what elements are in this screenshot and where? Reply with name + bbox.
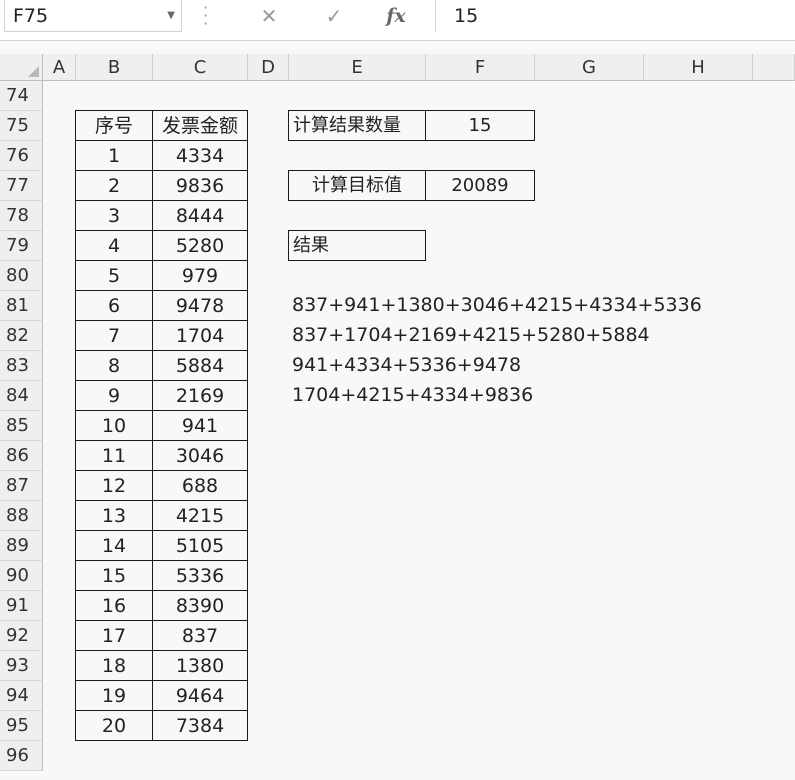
table-cell-amount[interactable]: 8444 bbox=[152, 200, 248, 231]
table-header-cell[interactable]: 序号 bbox=[75, 110, 153, 141]
column-header[interactable]: G bbox=[535, 54, 644, 81]
formula-bar: F75 ▼ · · · ✕ ✓ fx 15 bbox=[0, 0, 795, 41]
column-header[interactable]: H bbox=[644, 54, 753, 81]
table-cell-amount[interactable]: 1704 bbox=[152, 320, 248, 351]
table-header-cell[interactable]: 发票金额 bbox=[152, 110, 248, 141]
row-header[interactable]: 87 bbox=[0, 471, 43, 501]
table-cell-amount[interactable]: 3046 bbox=[152, 440, 248, 471]
select-all-corner[interactable] bbox=[0, 54, 43, 81]
table-cell-amount[interactable]: 837 bbox=[152, 620, 248, 651]
table-cell-index[interactable]: 18 bbox=[75, 650, 153, 681]
table-cell-index[interactable]: 16 bbox=[75, 590, 153, 621]
drag-handle-icon[interactable]: · · · bbox=[203, 0, 208, 32]
table-cell-amount[interactable]: 9836 bbox=[152, 170, 248, 201]
formula-input[interactable]: 15 bbox=[435, 0, 795, 32]
column-header-partial[interactable] bbox=[753, 54, 795, 81]
table-cell-amount[interactable]: 2169 bbox=[152, 380, 248, 411]
row-header[interactable]: 76 bbox=[0, 141, 43, 171]
table-cell-index[interactable]: 9 bbox=[75, 380, 153, 411]
table-cell-amount[interactable]: 8390 bbox=[152, 590, 248, 621]
row-header[interactable]: 74 bbox=[0, 81, 43, 111]
table-cell-amount[interactable]: 4215 bbox=[152, 500, 248, 531]
row-header[interactable]: 93 bbox=[0, 651, 43, 681]
column-header[interactable]: B bbox=[76, 54, 153, 81]
table-cell-index[interactable]: 7 bbox=[75, 320, 153, 351]
column-header[interactable]: C bbox=[153, 54, 248, 81]
table-cell-index[interactable]: 11 bbox=[75, 440, 153, 471]
table-cell-amount[interactable]: 9478 bbox=[152, 290, 248, 321]
row-header[interactable]: 88 bbox=[0, 501, 43, 531]
row-header[interactable]: 79 bbox=[0, 231, 43, 261]
table-cell-index[interactable]: 5 bbox=[75, 260, 153, 291]
table-cell-index[interactable]: 3 bbox=[75, 200, 153, 231]
result-line[interactable]: 837+941+1380+3046+4215+4334+5336 bbox=[292, 290, 702, 320]
row-header[interactable]: 78 bbox=[0, 201, 43, 231]
row-header[interactable]: 81 bbox=[0, 291, 43, 321]
table-cell-index[interactable]: 1 bbox=[75, 140, 153, 171]
table-cell-amount[interactable]: 7384 bbox=[152, 710, 248, 741]
table-cell-index[interactable]: 19 bbox=[75, 680, 153, 711]
target-value-cell[interactable]: 20089 bbox=[425, 170, 535, 201]
name-box-value: F75 bbox=[13, 5, 49, 27]
row-header[interactable]: 84 bbox=[0, 381, 43, 411]
row-header[interactable]: 94 bbox=[0, 681, 43, 711]
table-cell-index[interactable]: 15 bbox=[75, 560, 153, 591]
table-cell-index[interactable]: 4 bbox=[75, 230, 153, 261]
table-cell-amount[interactable]: 5336 bbox=[152, 560, 248, 591]
table-cell-index[interactable]: 8 bbox=[75, 350, 153, 381]
table-cell-index[interactable]: 13 bbox=[75, 500, 153, 531]
table-cell-amount[interactable]: 1380 bbox=[152, 650, 248, 681]
result-label-cell[interactable]: 结果 bbox=[288, 230, 426, 261]
result-line[interactable]: 1704+4215+4334+9836 bbox=[292, 380, 533, 410]
row-header[interactable]: 86 bbox=[0, 441, 43, 471]
enter-check-icon[interactable]: ✓ bbox=[314, 0, 354, 32]
row-header[interactable]: 96 bbox=[0, 741, 43, 771]
count-label-cell[interactable]: 计算结果数量 bbox=[288, 110, 426, 141]
cancel-icon[interactable]: ✕ bbox=[249, 0, 289, 32]
count-value-cell[interactable]: 15 bbox=[425, 110, 535, 141]
result-line[interactable]: 941+4334+5336+9478 bbox=[292, 350, 521, 380]
table-cell-amount[interactable]: 688 bbox=[152, 470, 248, 501]
table-cell-index[interactable]: 14 bbox=[75, 530, 153, 561]
row-header[interactable]: 75 bbox=[0, 111, 43, 141]
table-cell-amount[interactable]: 5884 bbox=[152, 350, 248, 381]
row-header[interactable]: 82 bbox=[0, 321, 43, 351]
table-cell-amount[interactable]: 941 bbox=[152, 410, 248, 441]
table-cell-index[interactable]: 2 bbox=[75, 170, 153, 201]
table-cell-index[interactable]: 17 bbox=[75, 620, 153, 651]
column-header[interactable]: E bbox=[289, 54, 426, 81]
table-cell-index[interactable]: 12 bbox=[75, 470, 153, 501]
row-header[interactable]: 89 bbox=[0, 531, 43, 561]
column-header[interactable]: D bbox=[248, 54, 289, 81]
row-header[interactable]: 83 bbox=[0, 351, 43, 381]
table-cell-index[interactable]: 6 bbox=[75, 290, 153, 321]
select-all-triangle-icon bbox=[28, 66, 39, 77]
insert-function-icon[interactable]: fx bbox=[376, 0, 416, 32]
table-cell-index[interactable]: 10 bbox=[75, 410, 153, 441]
table-cell-amount[interactable]: 979 bbox=[152, 260, 248, 291]
row-header[interactable]: 95 bbox=[0, 711, 43, 741]
table-cell-amount[interactable]: 5280 bbox=[152, 230, 248, 261]
row-header[interactable]: 91 bbox=[0, 591, 43, 621]
column-header[interactable]: A bbox=[43, 54, 76, 81]
table-cell-amount[interactable]: 5105 bbox=[152, 530, 248, 561]
row-header[interactable]: 85 bbox=[0, 411, 43, 441]
table-cell-amount[interactable]: 4334 bbox=[152, 140, 248, 171]
table-cell-index[interactable]: 20 bbox=[75, 710, 153, 741]
row-header[interactable]: 90 bbox=[0, 561, 43, 591]
row-header[interactable]: 77 bbox=[0, 171, 43, 201]
name-box[interactable]: F75 ▼ bbox=[4, 0, 182, 32]
target-label-cell[interactable]: 计算目标值 bbox=[288, 170, 426, 201]
result-line[interactable]: 837+1704+2169+4215+5280+5884 bbox=[292, 320, 650, 350]
row-header[interactable]: 80 bbox=[0, 261, 43, 291]
row-header[interactable]: 92 bbox=[0, 621, 43, 651]
table-cell-amount[interactable]: 9464 bbox=[152, 680, 248, 711]
chevron-down-icon[interactable]: ▼ bbox=[167, 0, 175, 32]
column-header[interactable]: F bbox=[426, 54, 535, 81]
